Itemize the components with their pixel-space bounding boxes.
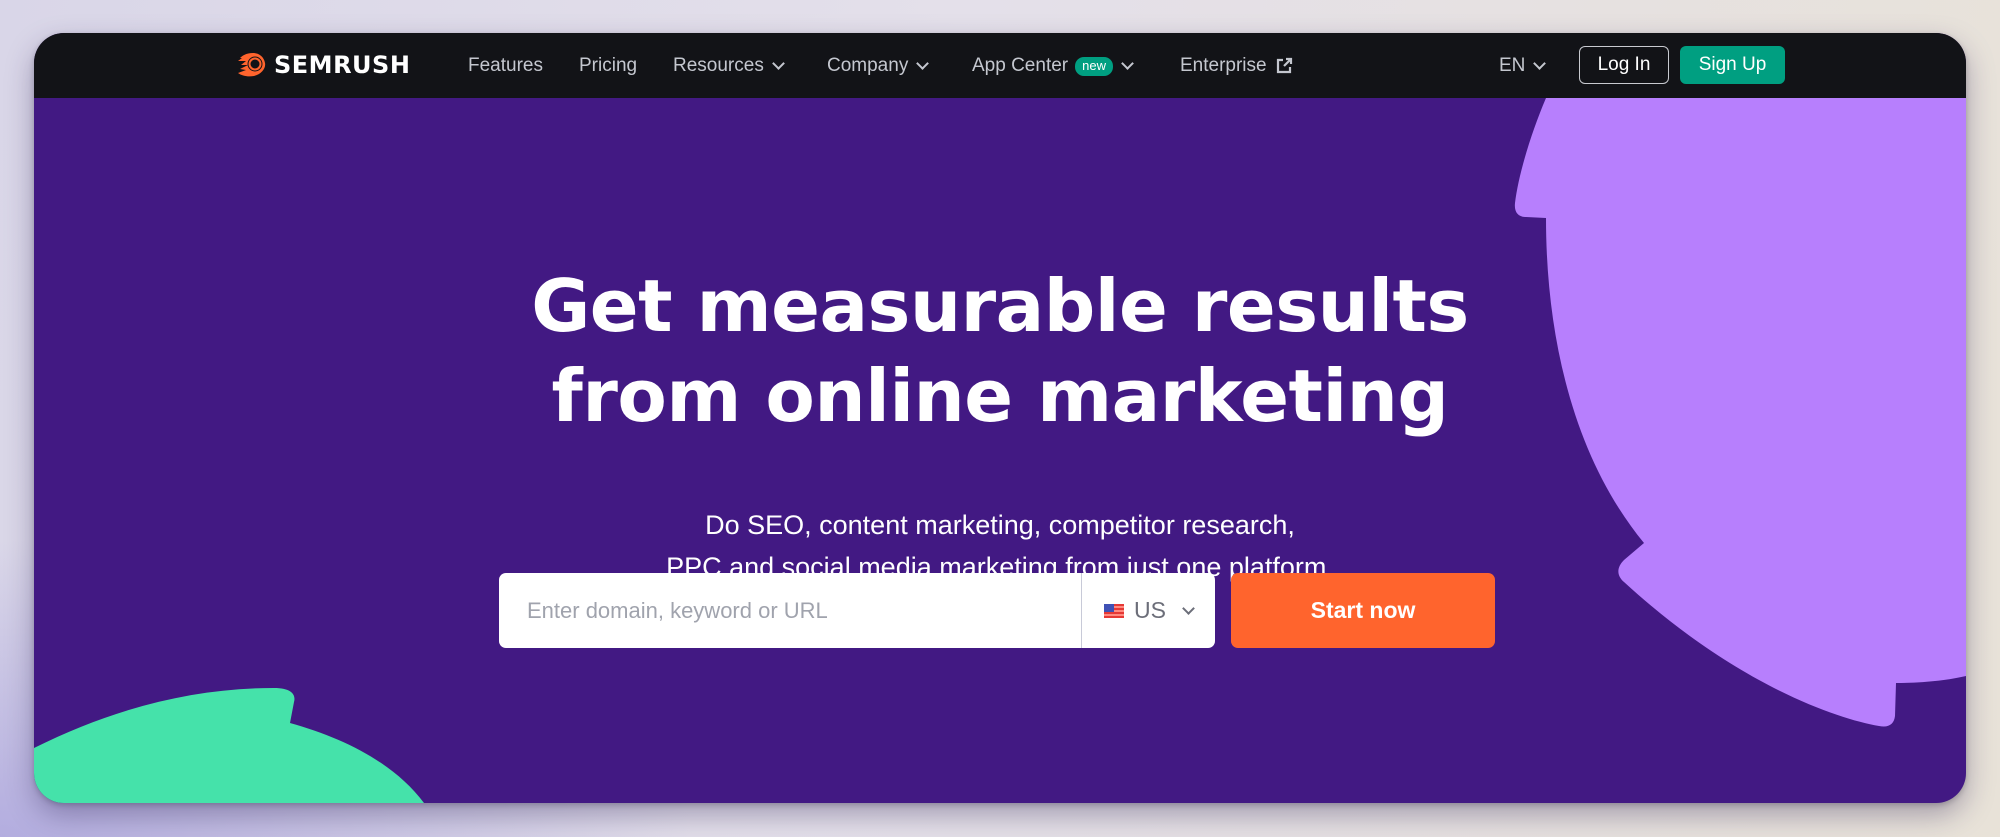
nav-enterprise[interactable]: Enterprise: [1180, 53, 1293, 79]
chevron-down-icon: [1533, 56, 1547, 70]
nav-features[interactable]: Features: [468, 53, 543, 79]
signup-button[interactable]: Sign Up: [1680, 46, 1785, 84]
hero-section: Get measurable results from online marke…: [34, 98, 1966, 803]
language-selector[interactable]: EN: [1499, 53, 1547, 79]
chevron-down-icon: [1121, 56, 1134, 70]
headline-line-1: Get measurable results: [531, 264, 1469, 348]
subheadline-line-1: Do SEO, content marketing, competitor re…: [705, 510, 1295, 540]
language-label: EN: [1499, 55, 1526, 76]
nav-company-label: Company: [827, 55, 909, 76]
hero-headline: Get measurable results from online marke…: [34, 261, 1966, 441]
semrush-logo[interactable]: SEMRUSH: [228, 50, 410, 80]
database-label: US: [1134, 597, 1166, 623]
green-blob-shape: [34, 688, 424, 803]
semrush-fireball-icon: [230, 53, 266, 77]
new-badge: new: [1075, 56, 1113, 76]
domain-search-input[interactable]: [499, 573, 1081, 648]
nav-pricing-label: Pricing: [579, 55, 638, 76]
chevron-down-icon: [916, 56, 930, 70]
external-link-icon: [1276, 57, 1292, 74]
nav-app-center-label: App Center: [972, 55, 1069, 76]
nav-enterprise-label: Enterprise: [1180, 55, 1267, 76]
us-flag-icon: [1104, 603, 1124, 618]
browser-window: SEMRUSH Features Pricing Resources Compa…: [34, 33, 1966, 803]
chevron-down-icon: [771, 56, 785, 70]
login-button[interactable]: Log In: [1579, 46, 1669, 84]
headline-line-2: from online marketing: [551, 354, 1449, 438]
nav-resources[interactable]: Resources: [673, 53, 785, 79]
search-bar: US: [499, 573, 1215, 648]
nav-resources-label: Resources: [673, 55, 764, 76]
database-selector[interactable]: US: [1081, 573, 1215, 648]
brand-name: SEMRUSH: [274, 51, 411, 79]
nav-app-center[interactable]: App Center new: [972, 53, 1134, 79]
start-now-button[interactable]: Start now: [1231, 573, 1495, 648]
nav-features-label: Features: [468, 55, 543, 76]
top-navbar: SEMRUSH Features Pricing Resources Compa…: [34, 33, 1966, 98]
nav-pricing[interactable]: Pricing: [579, 53, 637, 79]
nav-company[interactable]: Company: [827, 53, 930, 79]
chevron-down-icon: [1182, 601, 1195, 615]
decorative-shapes: [34, 98, 1966, 803]
